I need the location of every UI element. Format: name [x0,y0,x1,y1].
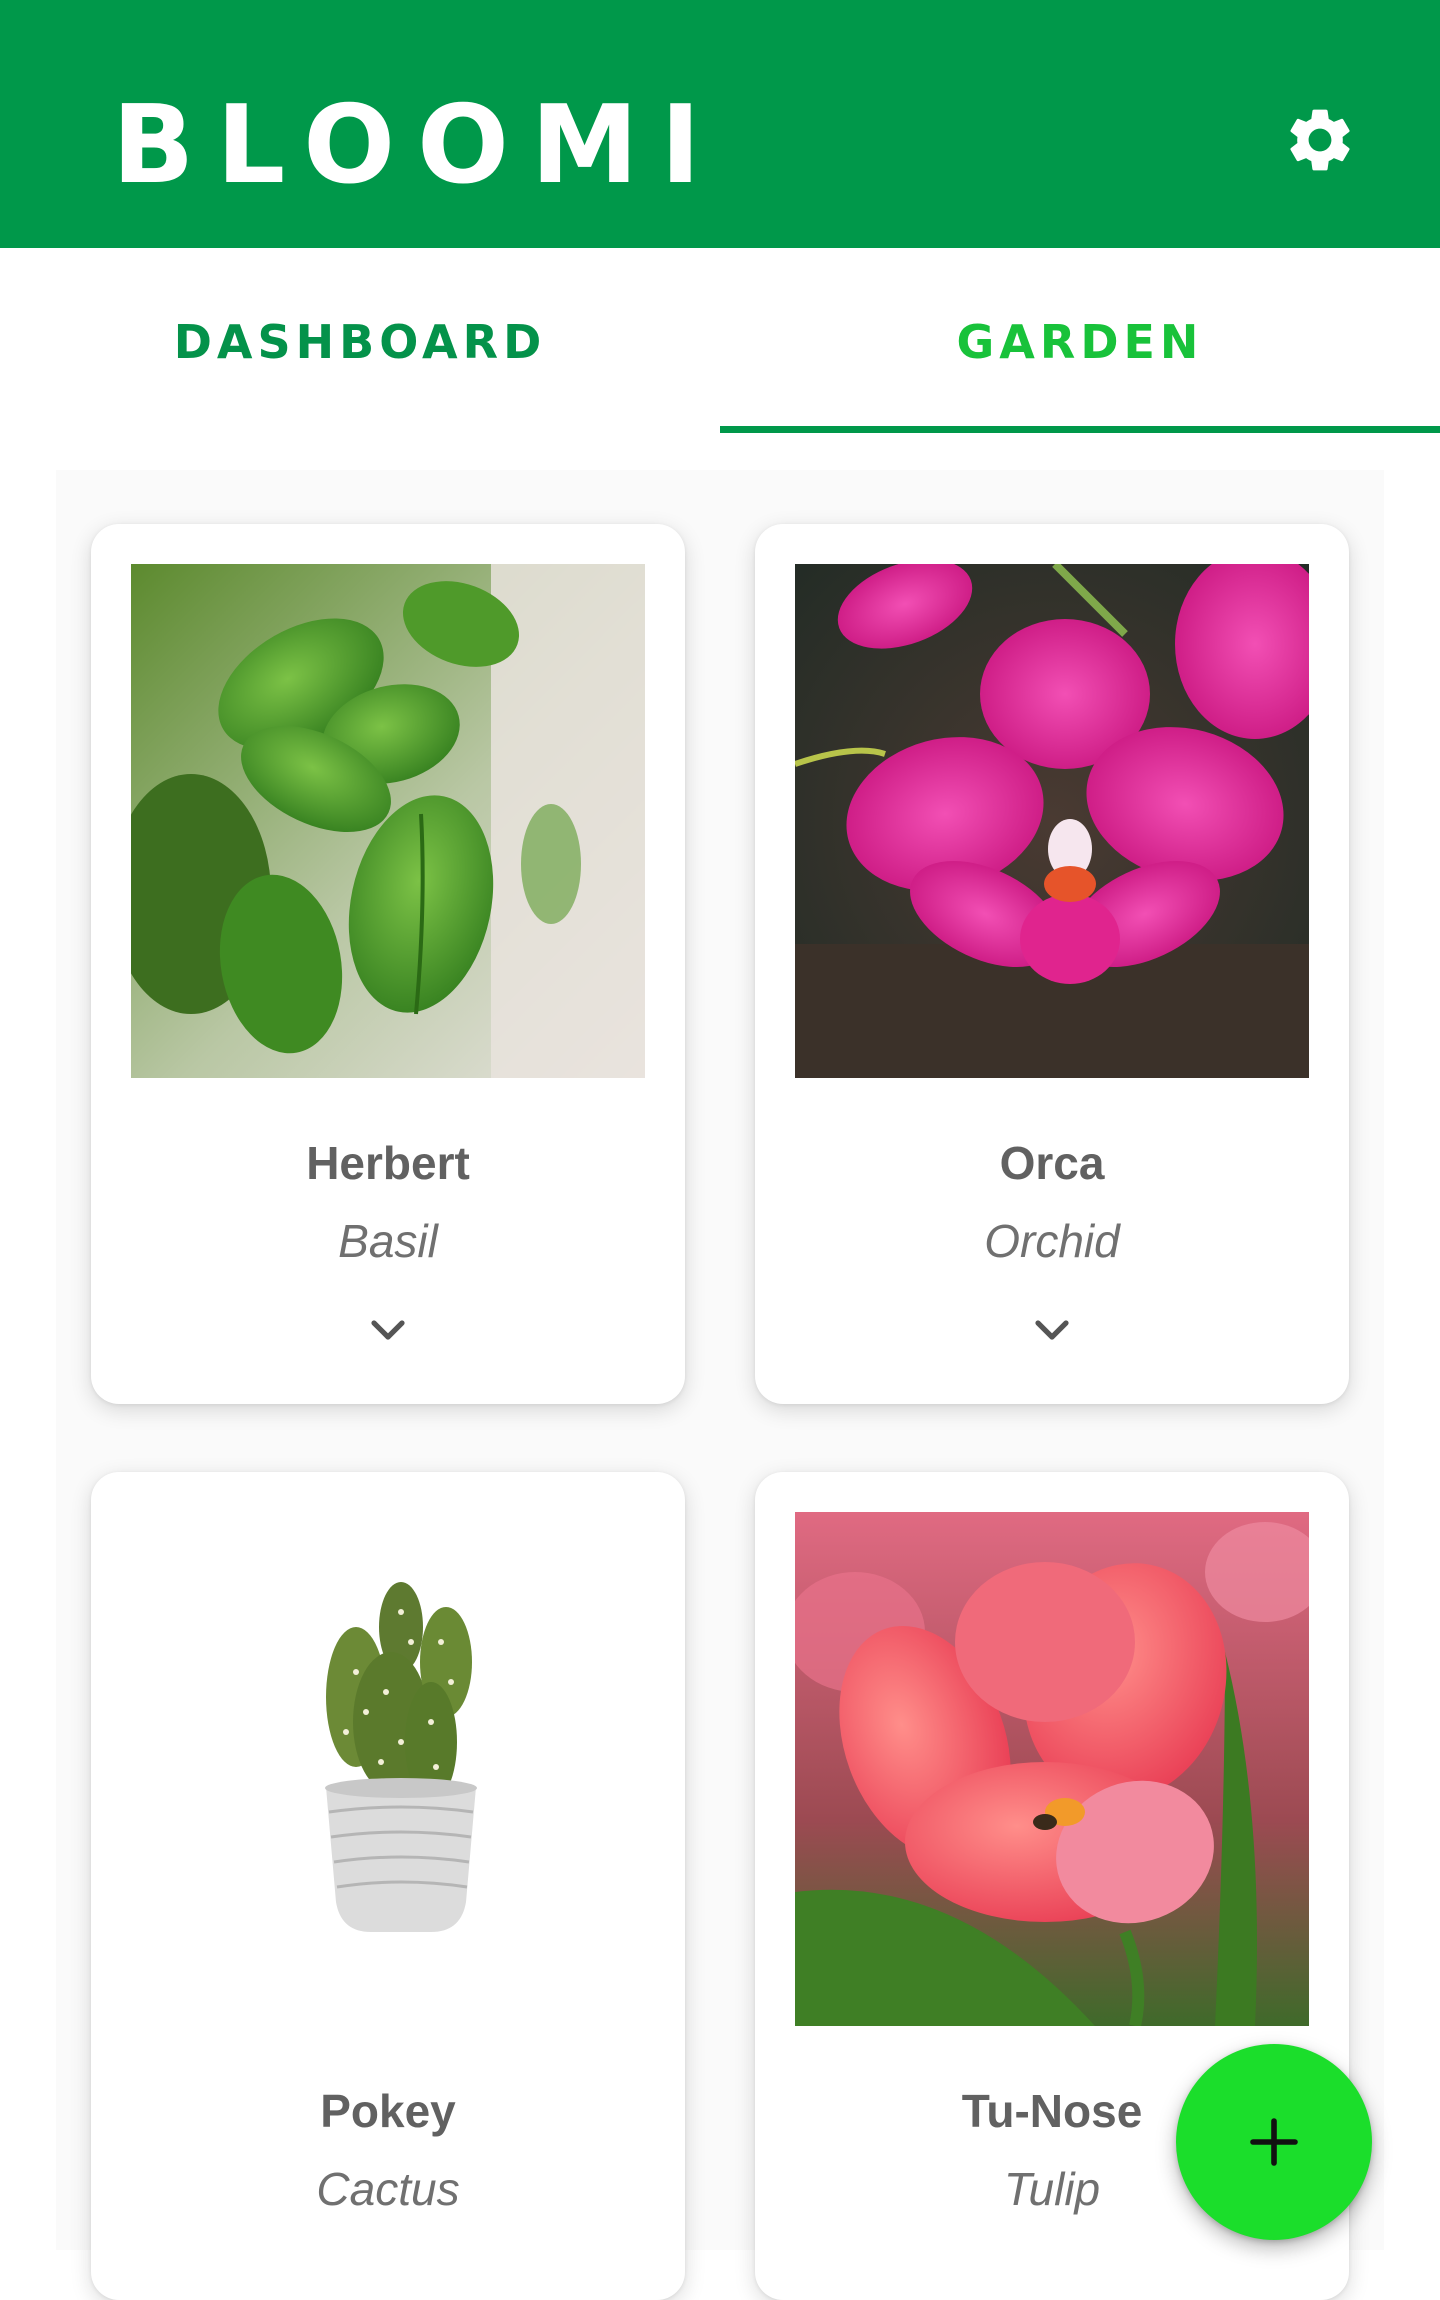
plus-icon [1250,2118,1298,2166]
expand-button[interactable] [358,1300,418,1360]
plant-card[interactable]: Orca Orchid [755,524,1349,1404]
chevron-down-icon [1035,1320,1069,1340]
add-plant-button[interactable] [1176,2044,1372,2240]
tab-garden[interactable]: GARDEN [720,248,1440,436]
basil-photo [131,564,645,1078]
plant-card[interactable]: Herbert Basil [91,524,685,1404]
plant-card[interactable]: Pokey Cactus [91,1472,685,2300]
active-tab-indicator [720,426,1440,433]
plant-species: Cactus [316,2163,460,2215]
gear-icon [1290,109,1350,171]
tab-dashboard[interactable]: DASHBOARD [0,248,720,436]
settings-button[interactable] [1276,96,1364,184]
orchid-photo [795,564,1309,1078]
tab-bar: DASHBOARD GARDEN [0,248,1440,436]
app-bar: BLOOMI [0,0,1440,248]
cactus-photo [131,1512,645,2026]
plant-name: Orca [999,1137,1105,1189]
tulip-photo [795,1512,1309,2026]
plant-name: Pokey [320,2085,456,2137]
app-title: BLOOMI [112,83,723,208]
plant-species: Basil [338,1215,438,1267]
expand-button[interactable] [1022,1300,1082,1360]
chevron-down-icon [371,1320,405,1340]
plant-name: Herbert [306,1137,470,1189]
plant-species: Orchid [984,1215,1120,1267]
